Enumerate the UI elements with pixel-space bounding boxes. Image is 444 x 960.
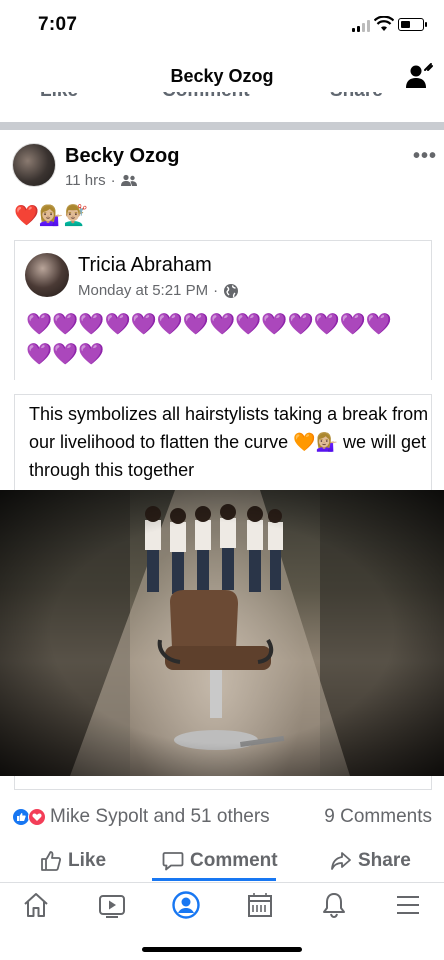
nav-menu[interactable] (392, 889, 424, 921)
comment-label: Comment (190, 850, 278, 871)
reaction-summary[interactable]: Mike Sypolt and 51 others (12, 806, 270, 828)
nav-profile[interactable] (170, 889, 202, 921)
prev-like-label[interactable]: Like (40, 92, 78, 102)
comment-bubble-icon (162, 852, 184, 871)
nav-home[interactable] (20, 889, 52, 921)
post-emoji-text: ❤️💁🏼‍♀️💇🏼‍♂️ (14, 205, 89, 227)
reaction-summary-text: Mike Sypolt and 51 others (50, 806, 270, 827)
post-author-name[interactable]: Becky Ozog (65, 145, 179, 168)
author-avatar[interactable] (12, 143, 56, 187)
post-action-bar: Like Comment Share (0, 848, 444, 882)
share-label: Share (358, 850, 411, 871)
meta-separator: · (110, 172, 116, 189)
friends-icon (120, 174, 137, 186)
profile-icon (172, 891, 200, 919)
prev-share-label[interactable]: Share (330, 92, 383, 102)
active-tab-indicator (152, 878, 276, 881)
prev-comment-label[interactable]: Comment (162, 92, 250, 102)
status-bar: 7:07 (0, 0, 444, 52)
home-icon (24, 893, 48, 917)
reactions-row: Mike Sypolt and 51 others 9 Comments (12, 804, 432, 830)
like-button[interactable]: Like (40, 850, 106, 872)
photo-card-border (14, 776, 432, 790)
battery-icon (398, 18, 427, 31)
wifi-icon (374, 16, 394, 31)
feed-divider (0, 122, 444, 130)
shared-hearts-text: 💜💜💜💜💜💜💜💜💜💜💜💜💜💜💜💜💜 (26, 313, 393, 366)
shared-author-name[interactable]: Tricia Abraham (78, 254, 212, 277)
marketplace-icon (248, 893, 272, 917)
post-meta: 11 hrs · (65, 172, 137, 189)
watch-icon (99, 895, 125, 918)
shared-time[interactable]: Monday at 5:21 PM (78, 282, 208, 299)
meta-separator: · (213, 282, 219, 299)
share-button[interactable]: Share (330, 850, 411, 872)
share-arrow-icon (331, 852, 351, 870)
comments-count[interactable]: 9 Comments (324, 806, 432, 828)
love-reaction-icon (28, 808, 46, 826)
nav-notifications[interactable] (318, 889, 350, 921)
page-title: Becky Ozog (170, 66, 274, 86)
post-time[interactable]: 11 hrs (65, 172, 106, 189)
thumbs-up-icon (41, 851, 62, 871)
post-photo[interactable] (0, 490, 444, 776)
menu-icon (397, 896, 419, 914)
more-options-icon[interactable]: ••• (413, 145, 437, 168)
like-label: Like (68, 850, 107, 871)
photo-illustration (0, 490, 444, 776)
shared-author-avatar[interactable] (25, 253, 69, 297)
previous-post-actions: Like Comment Share (0, 92, 444, 110)
shared-meta: Monday at 5:21 PM · (78, 282, 239, 299)
home-indicator (142, 947, 302, 952)
nav-watch[interactable] (96, 889, 128, 921)
nav-marketplace[interactable] (244, 889, 276, 921)
globe-icon (224, 283, 239, 298)
person-plus-icon[interactable] (404, 62, 434, 92)
status-time: 7:07 (38, 14, 78, 35)
shared-post-text: This symbolizes all hairstylists taking … (29, 404, 429, 480)
notifications-icon (323, 893, 345, 918)
bottom-nav (0, 882, 444, 928)
cellular-signal-icon (352, 20, 370, 32)
comment-button[interactable]: Comment (162, 850, 278, 872)
